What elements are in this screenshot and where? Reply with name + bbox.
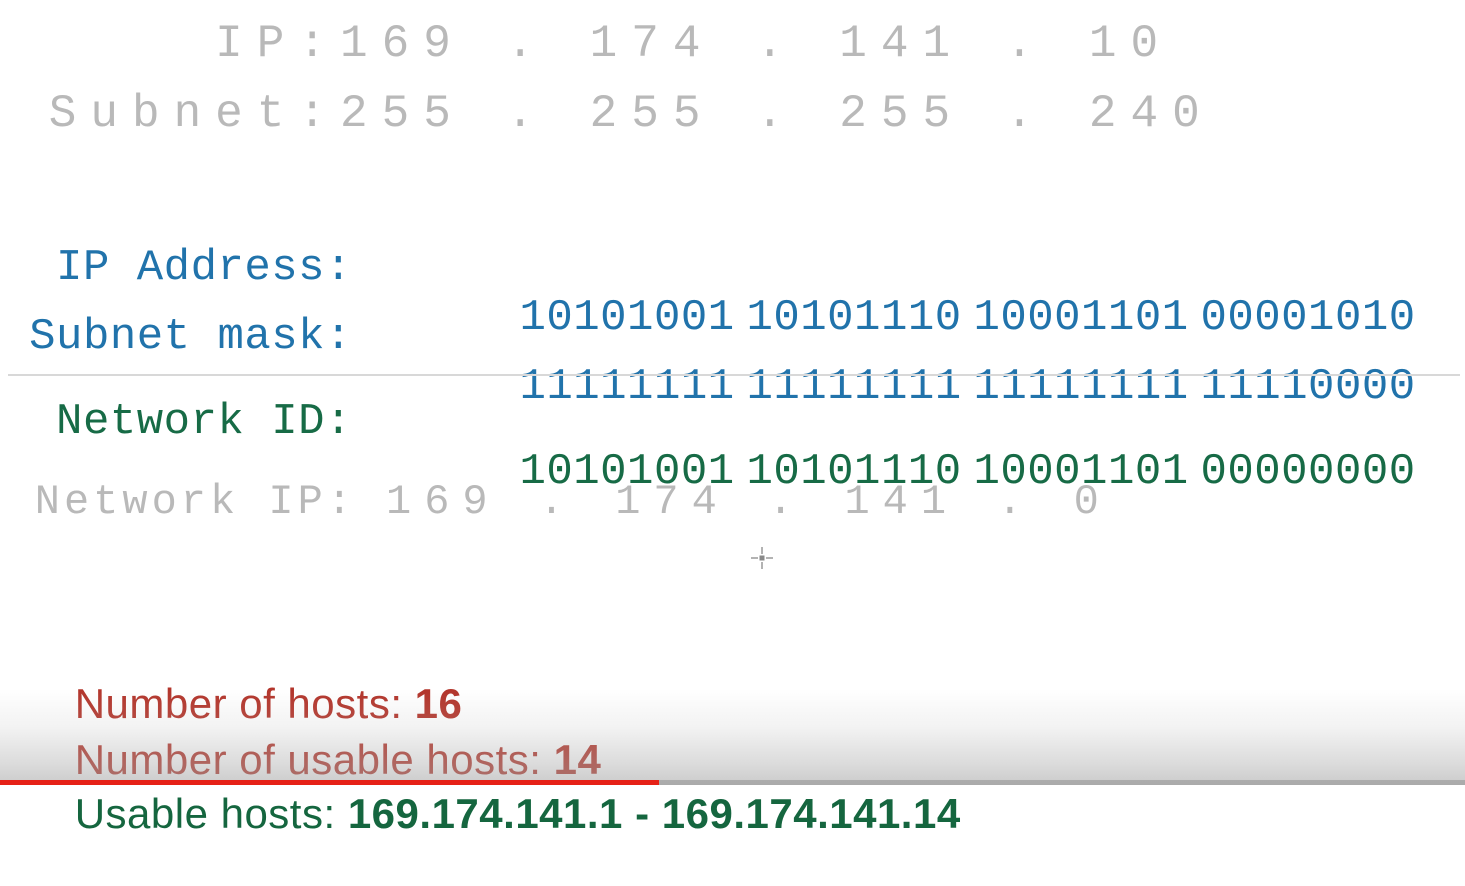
usable-hosts-range-row: Usable hosts: 169.174.141.1 - 169.174.14… (26, 742, 961, 886)
subnet-decimal-label: Subnet: (48, 88, 340, 140)
network-ip-value: 169 . 174 . 141 . 0 (386, 478, 1112, 526)
usable-hosts-range-value: 169.174.141.1 - 169.174.141.14 (347, 790, 961, 837)
video-progress-played[interactable] (0, 780, 660, 785)
subnet-calculator-slide: IP: 169 . 174 . 141 . 10 Subnet: 255 . 2… (0, 0, 1465, 837)
network-ip-row: Network IP: 169 . 174 . 141 . 0 (0, 478, 1465, 526)
network-id-label: Network ID: (56, 397, 352, 447)
video-progress-track[interactable] (0, 780, 1465, 785)
subnet-binary-label: Subnet mask: (29, 312, 352, 362)
subnet-decimal-value: 255 . 255 . 255 . 240 (340, 88, 1214, 140)
usable-hosts-range-label: Usable hosts: (74, 790, 348, 837)
mouse-cursor-icon (748, 544, 776, 572)
ip-decimal-value: 169 . 174 . 141 . 10 (340, 18, 1173, 70)
horizontal-divider (8, 374, 1460, 376)
ip-decimal-row: IP: 169 . 174 . 141 . 10 (0, 18, 1465, 70)
ip-binary-label: IP Address: (56, 243, 352, 293)
ip-decimal-label: IP: (215, 18, 340, 70)
network-ip-label: Network IP: (34, 478, 356, 526)
subnet-decimal-row: Subnet: 255 . 255 . 255 . 240 (0, 88, 1465, 140)
